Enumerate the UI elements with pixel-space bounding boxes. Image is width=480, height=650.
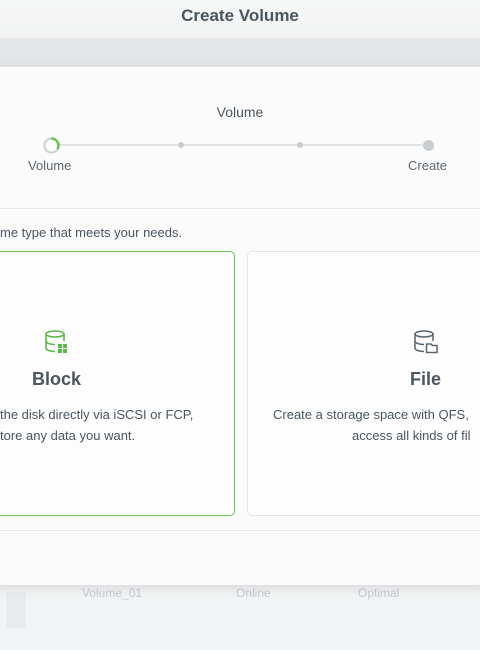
- stepper-label-volume: Volume: [28, 158, 72, 173]
- file-option-card[interactable]: File Create a storage space with QFS, ac…: [247, 251, 480, 516]
- stepper-step-create-dot: [423, 140, 434, 151]
- stepper-current-step-icon: [43, 137, 60, 154]
- divider: [0, 208, 480, 209]
- window-title: Create Volume: [181, 6, 299, 25]
- wizard-step-title: Volume: [216, 104, 264, 120]
- footer-divider: [0, 530, 480, 531]
- stepper-step-2-dot: [178, 142, 184, 148]
- block-storage-icon: [45, 330, 67, 353]
- background-toolbar: [0, 38, 480, 66]
- background-row-name: Volume_01: [82, 586, 143, 600]
- background-table-row: Volume_01 Online Optimal: [0, 583, 480, 603]
- background-row-state: Optimal: [358, 586, 400, 600]
- file-option-description-line2: access all kinds of fil: [352, 428, 471, 443]
- block-option-description-line1: the disk directly via iSCSI or FCP,: [0, 407, 194, 422]
- file-storage-icon: [414, 330, 438, 354]
- instruction-text: me type that meets your needs.: [0, 225, 183, 240]
- file-option-title: File: [410, 369, 442, 389]
- background-row-status: Online: [236, 586, 271, 600]
- stepper-step-3-dot: [297, 142, 303, 148]
- block-option-title: Block: [32, 369, 82, 389]
- file-option-description-line1: Create a storage space with QFS,: [273, 407, 469, 422]
- stepper-track: [60, 144, 423, 146]
- window-header: Create Volume: [0, 0, 480, 38]
- block-option-description-line2: tore any data you want.: [0, 428, 136, 443]
- stepper-label-create: Create: [408, 158, 448, 173]
- block-option-card[interactable]: Block the disk directly via iSCSI or FCP…: [0, 251, 235, 516]
